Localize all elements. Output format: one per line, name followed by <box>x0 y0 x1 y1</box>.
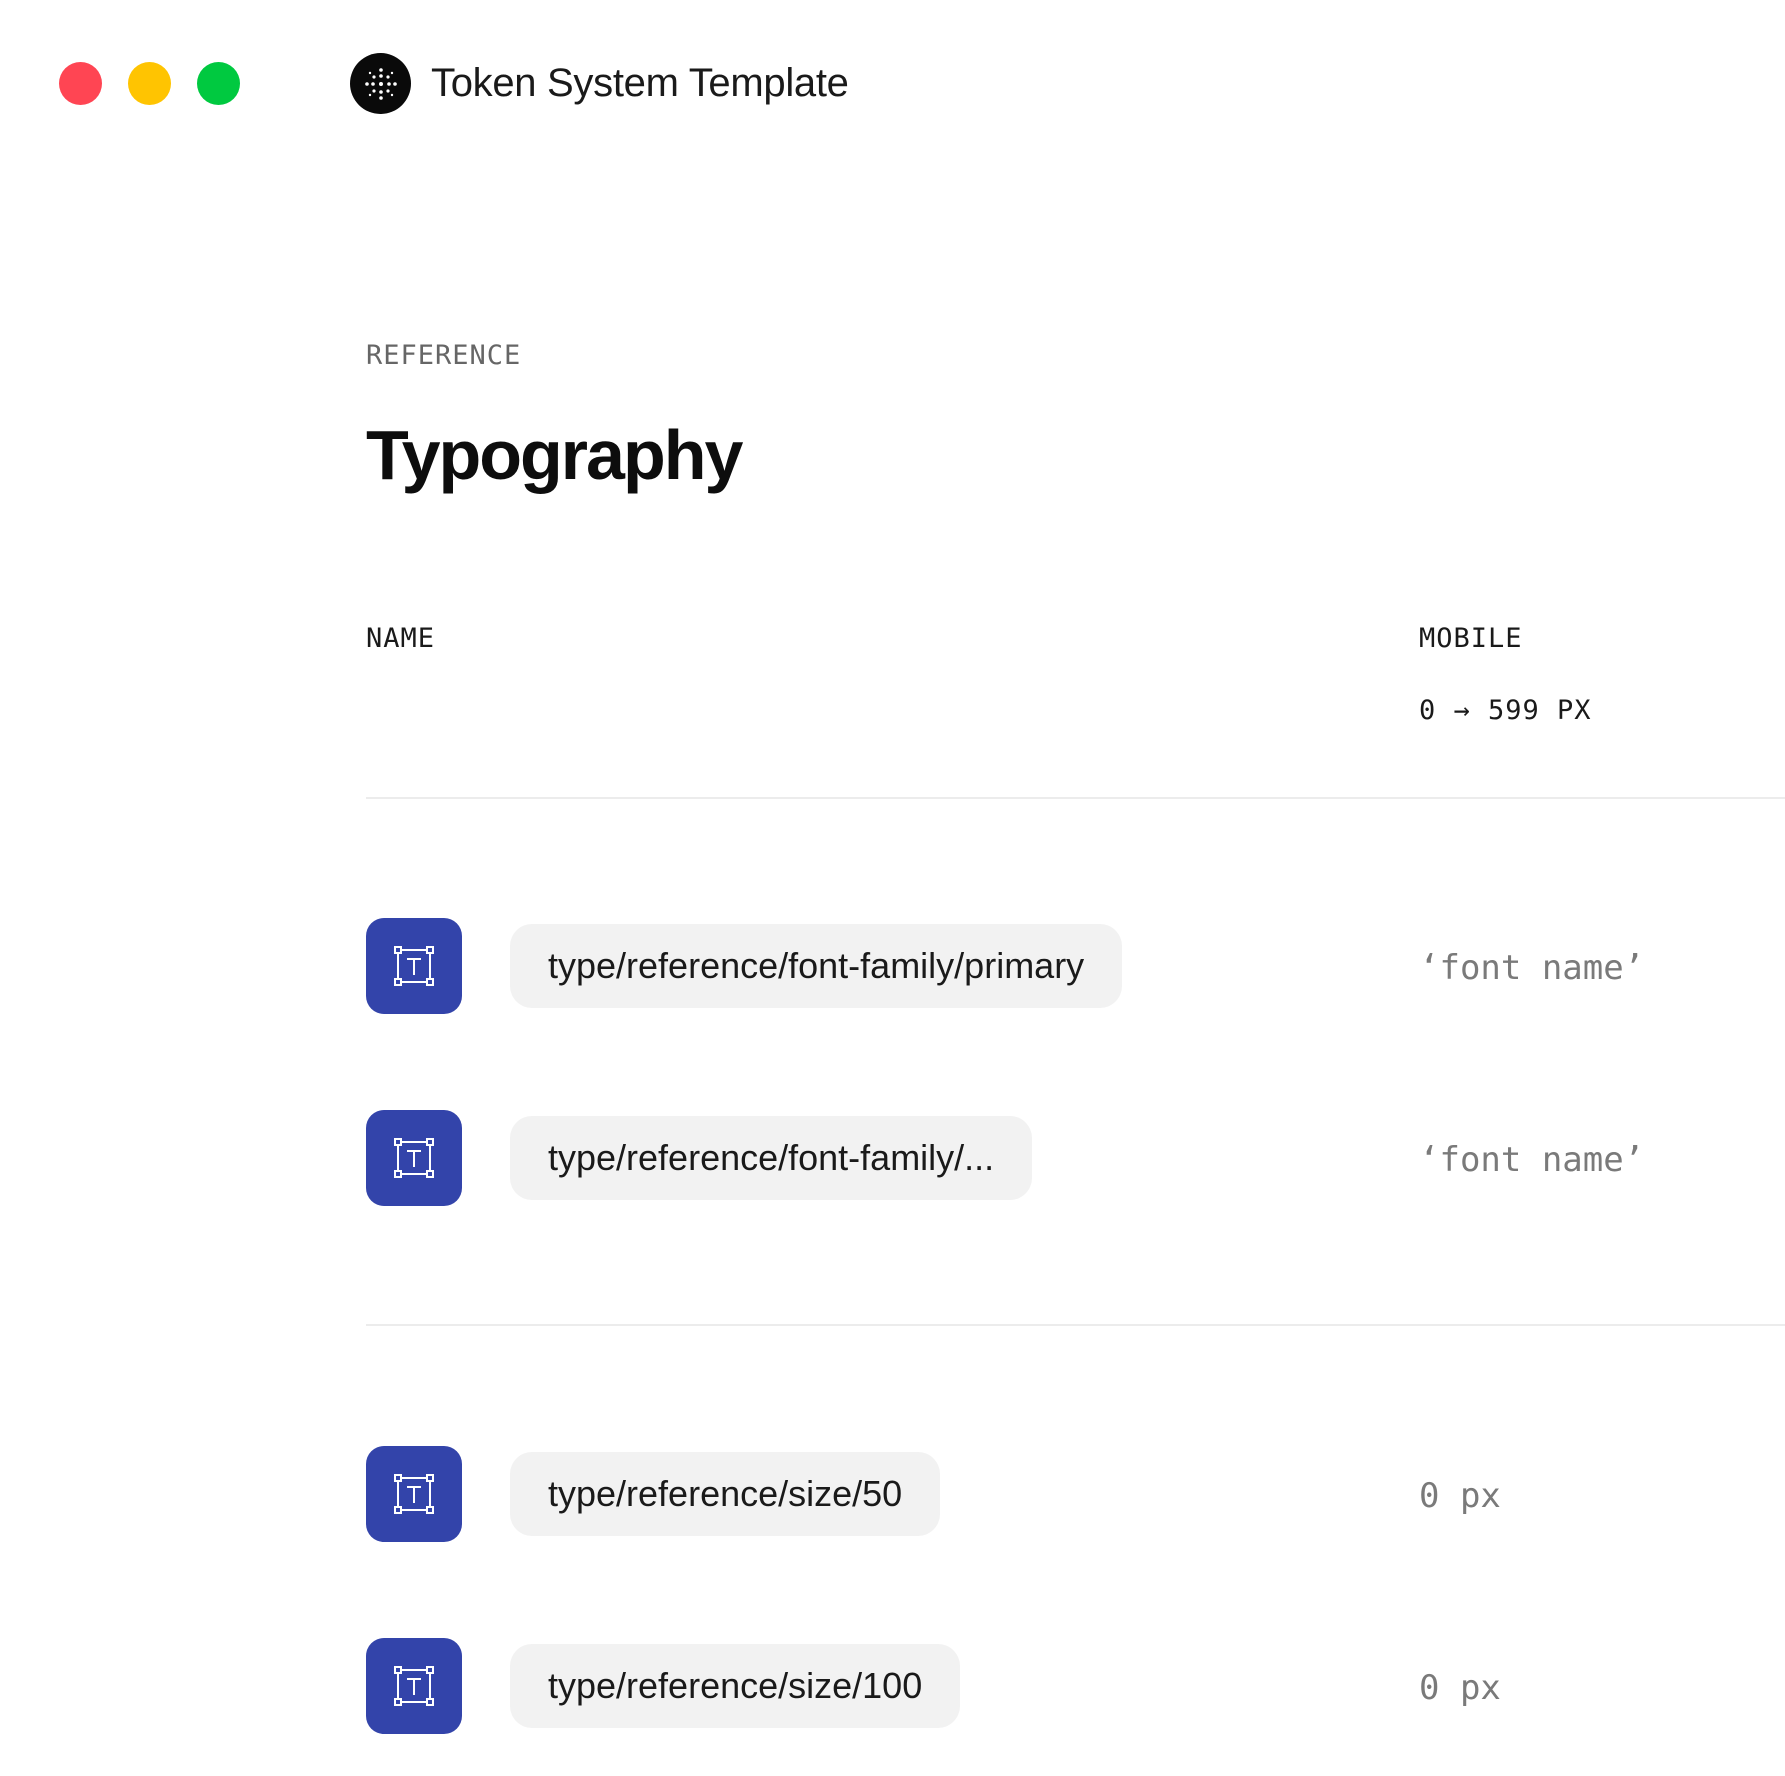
token-value: ‘font name’ <box>1419 1140 1645 1180</box>
main-content: REFERENCE Typography NAME MOBILE 0 → 599… <box>366 340 1785 1734</box>
column-subheader-mobile-range: 0 → 599 PX <box>1419 695 1592 726</box>
token-row[interactable]: type/reference/size/50 0 px <box>366 1446 1785 1542</box>
column-header-name: NAME <box>366 623 436 654</box>
page-title: Typography <box>366 416 743 494</box>
app-header: Token System Template <box>350 53 849 114</box>
app-logo-icon <box>350 53 411 114</box>
text-token-icon <box>366 1446 462 1542</box>
close-window-button[interactable] <box>59 62 102 105</box>
column-header-mobile: MOBILE <box>1419 623 1523 654</box>
text-token-icon <box>366 1110 462 1206</box>
token-value: 0 px <box>1419 1476 1501 1516</box>
text-token-icon <box>366 918 462 1014</box>
token-name-pill[interactable]: type/reference/font-family/primary <box>510 924 1123 1008</box>
token-name-pill[interactable]: type/reference/size/100 <box>510 1644 961 1728</box>
token-name-pill[interactable]: type/reference/font-family/... <box>510 1116 1033 1200</box>
text-token-icon <box>366 1638 462 1734</box>
token-row[interactable]: type/reference/size/100 0 px <box>366 1638 1785 1734</box>
token-name-pill[interactable]: type/reference/size/50 <box>510 1452 941 1536</box>
app-window: Token System Template REFERENCE Typograp… <box>0 0 1785 1776</box>
window-controls <box>59 62 240 105</box>
token-value: 0 px <box>1419 1668 1501 1708</box>
token-value: ‘font name’ <box>1419 948 1645 988</box>
minimize-window-button[interactable] <box>128 62 171 105</box>
group-divider <box>366 1324 1785 1326</box>
section-eyebrow: REFERENCE <box>366 340 522 371</box>
table-divider <box>366 797 1785 799</box>
token-row[interactable]: type/reference/font-family/... ‘font nam… <box>366 1110 1785 1206</box>
app-title: Token System Template <box>431 61 849 105</box>
token-row[interactable]: type/reference/font-family/primary ‘font… <box>366 918 1785 1014</box>
maximize-window-button[interactable] <box>197 62 240 105</box>
